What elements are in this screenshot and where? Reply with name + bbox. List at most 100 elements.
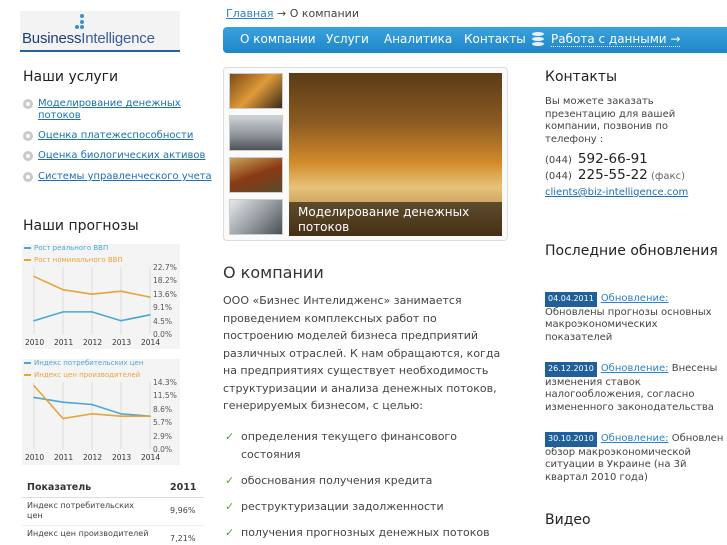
video-title: Видео [545,512,591,528]
chart-point [149,314,151,316]
chart-point [33,319,35,322]
chart-point [91,293,93,295]
bullet-icon [23,151,33,161]
chart-x-tick: 2010 [25,338,45,347]
goal-item: получения прогнозных денежных потоков [223,524,513,542]
services-title: Наши услуги [23,69,119,85]
nav-item-about[interactable]: О компании [240,32,316,46]
chart-y-tick: 5.7% [153,418,173,428]
slider-thumb[interactable] [229,199,283,235]
news-date: 26.12.2010 [545,362,597,377]
logo-word-intelligence: Intelligence [81,30,155,47]
chart-y-tick: 14.3% [153,378,177,387]
phone-main: (044) 592-66-91 [545,151,648,167]
chart-point [149,415,151,418]
breadcrumb-home-link[interactable]: Главная [226,7,274,20]
chart-x-tick: 2012 [83,338,103,347]
database-icon [532,32,544,48]
chart-point [120,290,122,293]
phone-number: 592-66-91 [577,151,648,167]
service-link-bio-assets[interactable]: Оценка биологических активов [38,150,205,162]
breadcrumb-arrow: → [277,7,287,20]
chart-x-tick: 2011 [54,453,74,462]
news-date: 04.04.2011 [545,292,597,307]
nav-item-services[interactable]: Услуги [326,32,369,46]
chart-x-tick: 2014 [141,453,161,462]
chart-point [149,296,151,298]
table-header: Показатель 2011 [22,478,204,498]
contacts-title: Контакты [545,69,618,85]
chart-y-tick: 18.2% [153,276,177,286]
table-cell-name: Индекс цен производителей [27,529,149,538]
chart-point [62,311,64,313]
news-item: 26.12.2010 Обновление: Внесены изменения … [545,362,727,414]
chart-point [62,288,64,291]
chart-point [33,396,35,399]
goals-list: определения текущего финансового состоян… [223,428,513,545]
fax-note: (факс) [650,171,685,182]
news-link[interactable]: Обновление: [601,363,669,374]
service-link-mgmt-accounting[interactable]: Системы управленческого учета [38,171,212,183]
chart-y-tick: 9.1% [153,303,173,313]
chart-x-tick: 2012 [83,453,103,462]
chart-y-tick: 2.9% [153,431,173,441]
chart-y-tick: 4.5% [153,316,173,326]
table-cell-value: 7,21% [170,534,196,543]
news-text: Обновлены прогнозы основных макроэкономи… [545,306,712,343]
chart-y-tick: 13.6% [153,289,177,299]
logo-underline [20,50,180,52]
news-item: 30.10.2010 Обновление: Обновлен обзор мак… [545,432,727,484]
chart-point [120,415,122,418]
phone-code: (044) [545,155,572,166]
goal-item: обоснования получения кредита [223,472,513,490]
goal-item: определения текущего финансового состоян… [223,428,513,463]
fax-number: 225-55-22 [577,167,648,183]
service-link-solvency[interactable]: Оценка платежеспособности [38,130,193,142]
nav-item-analytics[interactable]: Аналитика [384,32,452,46]
bullet-icon [23,99,33,109]
table-cell-value: 9,96% [170,506,196,515]
chart-point [91,311,93,313]
news-item: 04.04.2011 Обновление: Обновлены прогнозы… [545,292,727,344]
service-link-cashflow[interactable]: Моделирование денежных потоков [38,98,188,122]
chart-point [33,275,35,278]
news-link[interactable]: Обновление: [601,433,669,444]
chart-y-tick: 11.5% [153,391,177,401]
updates-title: Последние обновления [545,243,718,259]
chart-point [91,403,93,406]
company-logo[interactable]: BusinessIntelligence [20,11,180,52]
nav-data-link[interactable]: Работа с данными → [551,32,681,47]
chart-point [33,384,35,387]
image-slider: Моделирование денежных потоков [223,67,508,241]
inflation-chart: Индекс потребительских цен Индекс цен про… [22,359,180,465]
chart-x-tick: 2013 [112,453,132,462]
chart-x-tick: 2011 [54,338,74,347]
phone-code: (044) [545,171,572,182]
about-text: ООО «Бизнес Интелидженс» занимается пров… [223,294,501,412]
email-link[interactable]: clients@biz-intelligence.com [545,187,688,198]
bullet-icon [23,131,33,141]
table-cell-name: Индекс потребительских цен [27,501,134,520]
slider-thumb[interactable] [229,115,283,151]
gdp-chart: Рост реального ВВП Рост номинального ВВП 2… [22,244,180,349]
news-date: 30.10.2010 [545,432,597,447]
logo-word-business: Business [22,30,82,47]
table-header-year: 2011 [170,482,197,493]
contacts-text: Вы можете заказать презентацию для вашей… [545,96,676,145]
table-header-indicator: Показатель [27,482,92,493]
slider-thumb[interactable] [229,157,283,193]
news-link[interactable]: Обновление: [601,293,669,304]
table-row: Индекс потребительских цен 9,96% [22,499,204,526]
chart-x-tick: 2013 [112,338,132,347]
slider-main-image[interactable]: Моделирование денежных потоков [289,73,502,236]
breadcrumb: Главная → О компании [226,7,359,20]
chart-x-tick: 2014 [141,338,161,347]
chart-y-tick: 8.6% [153,404,173,414]
nav-item-contacts[interactable]: Контакты [464,32,526,46]
bullet-icon [23,172,33,182]
main-nav: О компании Услуги Аналитика Контакты Раб… [223,27,727,53]
chart-point [62,401,64,403]
chart-point [120,413,122,415]
slider-thumb[interactable] [229,73,283,109]
about-title: О компании [223,263,324,282]
